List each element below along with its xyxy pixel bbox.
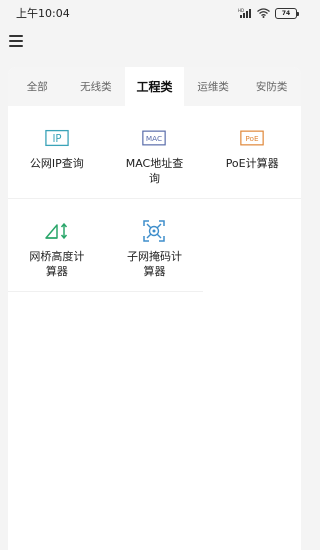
tool-poe-calculator[interactable]: PoE PoE计算器 [203, 106, 301, 199]
tool-subnet-mask-calculator[interactable]: 子网掩码计算器 [105, 199, 204, 292]
tool-bridge-height-calculator[interactable]: 网桥高度计算器 [8, 199, 106, 292]
tab-security[interactable]: 安防类 [242, 67, 301, 106]
tool-label: 公网IP查询 [29, 157, 84, 170]
tool-mac-lookup[interactable]: MAC MAC地址查询 [105, 106, 204, 199]
tool-label: 子网掩码计算器 [126, 250, 182, 278]
signal-icon: HD [238, 8, 251, 18]
tool-label: 网桥高度计算器 [29, 250, 85, 278]
tools-grid: IP 公网IP查询 MAC MAC地址查询 PoE PoE计算器 网桥高度计算器… [8, 106, 301, 292]
tab-wireless[interactable]: 无线类 [67, 67, 126, 106]
status-icons: HD 74 [238, 7, 299, 19]
mac-icon: MAC [142, 126, 167, 150]
tool-public-ip-lookup[interactable]: IP 公网IP查询 [8, 106, 106, 199]
ip-icon: IP [45, 126, 69, 150]
tools-panel: 全部 无线类 工程类 运维类 安防类 IP 公网IP查询 MAC MAC地址查询 [8, 67, 301, 550]
tab-operations[interactable]: 运维类 [184, 67, 243, 106]
wifi-icon [257, 8, 270, 18]
svg-text:PoE: PoE [246, 134, 260, 143]
status-time: 上午10:04 [16, 7, 70, 20]
tab-engineering[interactable]: 工程类 [125, 67, 184, 106]
menu-button[interactable] [9, 34, 23, 48]
battery-icon: 74 [275, 7, 299, 19]
svg-text:HD: HD [238, 8, 244, 13]
poe-icon: PoE [240, 126, 264, 150]
tool-label: PoE计算器 [225, 157, 279, 170]
bridge-height-icon [45, 219, 69, 243]
svg-text:MAC: MAC [146, 134, 162, 143]
tool-label: MAC地址查询 [125, 157, 184, 185]
subnet-mask-icon [142, 219, 166, 243]
category-tabs: 全部 无线类 工程类 运维类 安防类 [8, 67, 301, 106]
svg-text:IP: IP [52, 134, 61, 145]
status-bar: 上午10:04 HD 74 [0, 0, 309, 26]
tab-all[interactable]: 全部 [8, 67, 67, 106]
